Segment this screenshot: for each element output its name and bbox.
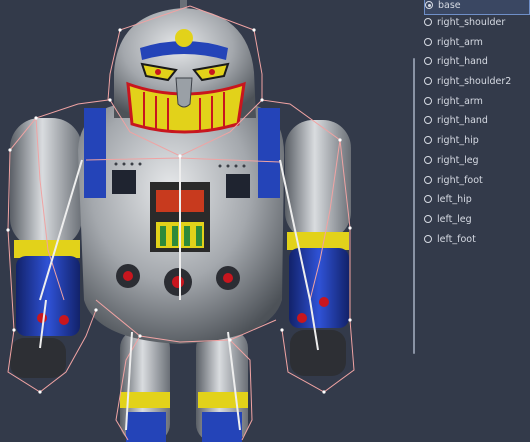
radio-icon [424, 215, 432, 223]
radio-icon [425, 1, 433, 9]
radio-icon [424, 18, 432, 26]
radio-icon [424, 136, 432, 144]
tree-item-label: right_foot [437, 174, 483, 186]
tree-item-right-hand-2[interactable]: right_hand [424, 111, 528, 129]
tree-item-label: left_foot [437, 233, 476, 245]
robot-legs [120, 330, 248, 442]
tree-item-label: right_arm [437, 95, 483, 107]
tree-item-label: right_hand [437, 55, 488, 67]
radio-icon [424, 77, 432, 85]
tree-item-left-leg[interactable]: left_leg [424, 210, 528, 228]
radio-icon [424, 116, 432, 124]
tree-item-right-foot[interactable]: right_foot [424, 171, 528, 189]
tree-item-label: right_shoulder [437, 16, 506, 28]
tree-item-label: right_shoulder2 [437, 75, 512, 87]
tree-item-right-hand[interactable]: right_hand [424, 52, 528, 70]
radio-icon [424, 235, 432, 243]
tree-item-label: right_hip [437, 134, 479, 146]
tree-item-left-hip[interactable]: left_hip [424, 190, 528, 208]
tree-item-label: base [438, 0, 461, 11]
tree-item-right-shoulder[interactable]: right_shoulder [424, 13, 528, 31]
robot-left-arm [10, 118, 82, 378]
robot-body [78, 104, 285, 344]
tree-item-label: right_leg [437, 154, 479, 166]
radio-icon [424, 195, 432, 203]
radio-icon [424, 38, 432, 46]
tree-item-label: left_leg [437, 213, 472, 225]
robot-head [114, 8, 256, 134]
tree-item-right-arm-2[interactable]: right_arm [424, 92, 528, 110]
scrollbar[interactable] [413, 58, 415, 354]
bone-tree-panel: base right_shoulder right_arm right_hand… [418, 0, 530, 442]
robot-right-arm [285, 120, 351, 376]
tree-item-right-leg[interactable]: right_leg [424, 151, 528, 169]
tree-item-label: right_hand [437, 114, 488, 126]
radio-icon [424, 57, 432, 65]
tree-item-label: left_hip [437, 193, 472, 205]
tree-item-left-foot[interactable]: left_foot [424, 230, 528, 248]
tree-item-right-hip[interactable]: right_hip [424, 131, 528, 149]
radio-icon [424, 97, 432, 105]
tree-item-label: right_arm [437, 36, 483, 48]
tree-item-right-arm[interactable]: right_arm [424, 33, 528, 51]
tree-item-right-shoulder2[interactable]: right_shoulder2 [424, 72, 528, 90]
radio-icon [424, 156, 432, 164]
radio-icon [424, 176, 432, 184]
